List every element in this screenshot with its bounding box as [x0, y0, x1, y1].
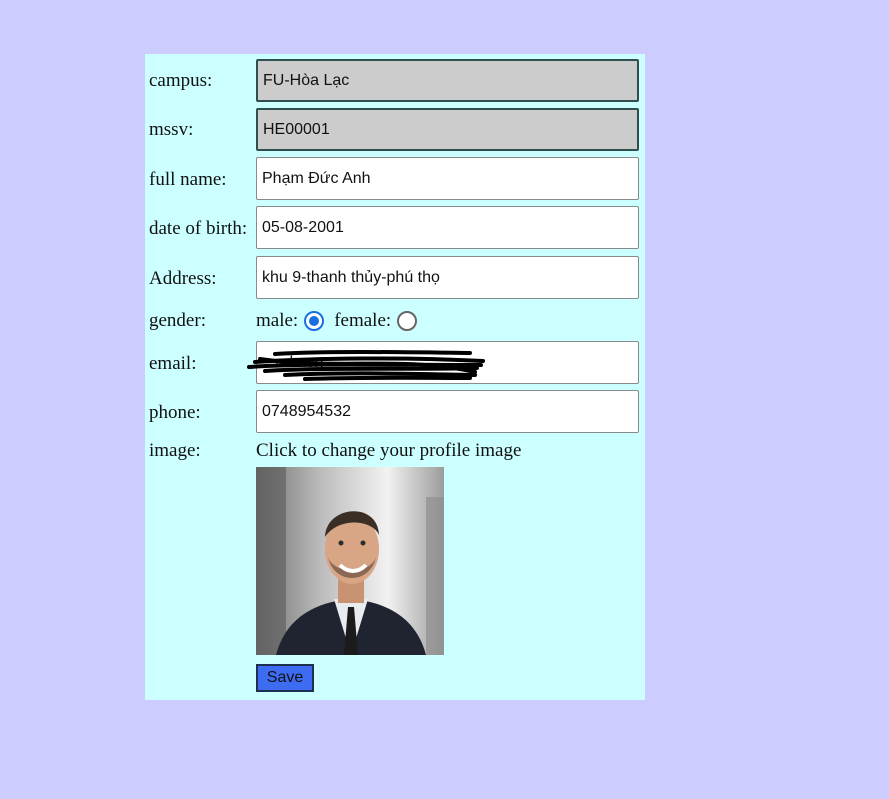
- male-radio[interactable]: [304, 311, 325, 331]
- profile-photo[interactable]: [256, 467, 444, 655]
- campus-field[interactable]: [256, 59, 639, 102]
- dob-label: date of birth:: [149, 218, 248, 239]
- email-label: email:: [149, 353, 197, 374]
- address-label: Address:: [149, 268, 217, 289]
- email-field[interactable]: [256, 341, 639, 384]
- profile-form: campus: mssv: full name: date of birth: …: [145, 54, 645, 700]
- save-button[interactable]: Save: [256, 664, 314, 692]
- address-field[interactable]: [256, 256, 639, 299]
- campus-label: campus:: [149, 70, 213, 91]
- phone-label: phone:: [149, 402, 201, 423]
- mssv-field[interactable]: [256, 108, 639, 151]
- full-name-label: full name:: [149, 169, 227, 190]
- female-label: female:: [334, 310, 392, 331]
- gender-options: male: female:: [256, 308, 423, 334]
- full-name-field[interactable]: [256, 157, 639, 200]
- mssv-label: mssv:: [149, 119, 194, 140]
- male-label: male:: [256, 310, 299, 331]
- gender-label: gender:: [149, 310, 206, 331]
- female-radio[interactable]: [397, 311, 418, 331]
- image-label: image:: [149, 440, 201, 461]
- change-profile-image-link[interactable]: Click to change your profile image: [256, 440, 521, 462]
- phone-field[interactable]: [256, 390, 639, 433]
- dob-field[interactable]: [256, 206, 639, 249]
